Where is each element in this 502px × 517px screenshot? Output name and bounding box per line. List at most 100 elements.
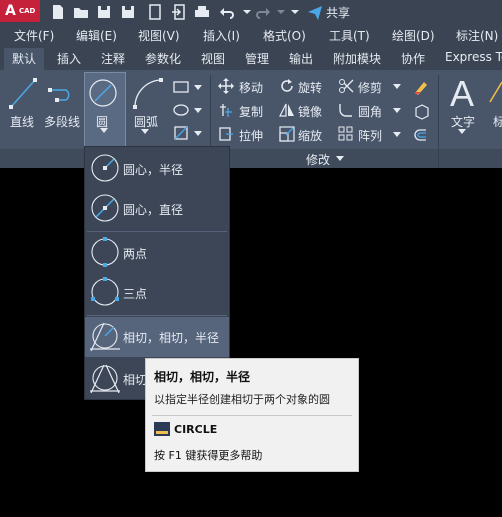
offset-icon[interactable] [412, 126, 430, 144]
circle-dropdown-icon[interactable] [100, 128, 108, 134]
circle-three-point-icon [91, 277, 119, 306]
circle-three-point-label: 三点 [123, 287, 148, 301]
region-dropdown-icon[interactable] [194, 131, 202, 137]
rectangle-icon[interactable] [172, 78, 190, 96]
circle-center-diameter-label: 圆心，直径 [123, 203, 184, 217]
array-icon [338, 126, 353, 141]
menu-separator [87, 315, 227, 316]
circle-three-point-item[interactable]: 三点 [85, 273, 229, 313]
print-icon[interactable] [193, 3, 211, 21]
share-icon[interactable] [306, 3, 324, 21]
tab-insert[interactable]: 插入 [57, 50, 81, 67]
modify-panel-expand-icon[interactable] [336, 156, 344, 162]
circle-tan-tan-tan-icon [90, 364, 120, 394]
new-file-icon[interactable] [49, 3, 67, 21]
app-logo[interactable]: A CAD [0, 0, 40, 22]
undo-icon[interactable] [218, 3, 236, 21]
array-label[interactable]: 阵列 [358, 127, 382, 144]
save-icon[interactable] [95, 3, 113, 21]
circle-center-radius-item[interactable]: 圆心，半径 [85, 149, 229, 189]
fillet-dropdown-icon[interactable] [393, 108, 401, 114]
text-large-icon[interactable]: A [450, 73, 474, 115]
trim-label[interactable]: 修剪 [358, 79, 382, 96]
scale-icon [279, 126, 295, 142]
quick-access-toolbar: A CAD 共享 [0, 0, 502, 24]
hatch-dropdown-icon[interactable] [194, 108, 202, 114]
dimension-icon[interactable] [488, 78, 502, 108]
tooltip-title: 相切，相切，半径 [154, 370, 251, 384]
mirror-icon [279, 103, 294, 117]
modify-panel-title[interactable]: 修改 [306, 151, 330, 168]
move-label[interactable]: 移动 [239, 79, 263, 96]
menu-bar: 文件(F) 编辑(E) 视图(V) 插入(I) 格式(O) 工具(T) 绘图(D… [0, 24, 502, 46]
line-label[interactable]: 直线 [10, 113, 34, 130]
menu-file[interactable]: 文件(F) [14, 27, 54, 44]
tab-parametric[interactable]: 参数化 [145, 50, 181, 67]
menu-tools[interactable]: 工具(T) [329, 27, 370, 44]
tab-view[interactable]: 视图 [201, 50, 225, 67]
circle-two-point-icon [91, 237, 119, 267]
circle-two-point-item[interactable]: 两点 [85, 233, 229, 273]
document-icon[interactable] [146, 3, 164, 21]
scale-label[interactable]: 缩放 [298, 127, 322, 144]
tooltip-separator [152, 415, 352, 416]
command-line-icon [154, 422, 170, 436]
tab-manage[interactable]: 管理 [245, 50, 269, 67]
stretch-icon [219, 127, 233, 141]
line-icon[interactable] [8, 76, 38, 110]
panel-separator [438, 75, 439, 167]
hatch-icon[interactable] [172, 101, 190, 119]
customize-dropdown-icon[interactable] [286, 3, 304, 21]
rotate-icon [281, 79, 293, 92]
tooltip-description: 以指定半径创建相切于两个对象的圆 [154, 393, 330, 406]
mirror-label[interactable]: 镜像 [298, 103, 322, 120]
circle-two-point-label: 两点 [123, 247, 148, 261]
polyline-label[interactable]: 多段线 [44, 113, 80, 130]
menu-separator [87, 231, 227, 232]
tab-addins[interactable]: 附加模块 [333, 50, 381, 67]
region-icon[interactable] [172, 124, 190, 142]
menu-insert[interactable]: 插入(I) [203, 27, 240, 44]
tab-default[interactable]: 默认 [12, 50, 36, 67]
polyline-icon[interactable] [47, 80, 79, 104]
text-label[interactable]: 文字 [451, 113, 475, 130]
tab-output[interactable]: 输出 [289, 50, 313, 67]
menu-dimension[interactable]: 标注(N) [456, 27, 498, 44]
menu-view[interactable]: 视图(V) [138, 27, 180, 44]
circle-center-diameter-icon [91, 194, 119, 222]
erase-icon[interactable] [412, 78, 430, 96]
circle-tan-tan-radius-icon [90, 322, 120, 352]
open-folder-icon[interactable] [72, 3, 90, 21]
tooltip-help-text: 按 F1 键获得更多帮助 [154, 449, 263, 462]
circle-center-radius-label: 圆心，半径 [123, 163, 184, 177]
save-as-icon[interactable] [119, 3, 137, 21]
menu-edit[interactable]: 编辑(E) [76, 27, 117, 44]
dimension-label[interactable]: 标 [493, 113, 502, 130]
circle-tan-tan-radius-item[interactable]: 相切，相切，半径 [85, 317, 229, 357]
tab-collaborate[interactable]: 协作 [401, 50, 425, 67]
fillet-icon [339, 104, 352, 117]
menu-draw[interactable]: 绘图(D) [392, 27, 435, 44]
circle-center-diameter-item[interactable]: 圆心，直径 [85, 189, 229, 229]
share-label[interactable]: 共享 [326, 4, 350, 21]
copy-icon [220, 104, 232, 117]
rectangle-dropdown-icon[interactable] [194, 85, 202, 91]
ribbon-tabs: 默认 插入 注释 参数化 视图 管理 输出 附加模块 协作 Express To… [0, 46, 502, 70]
array-dropdown-icon[interactable] [393, 132, 401, 138]
fillet-label[interactable]: 圆角 [358, 103, 382, 120]
menu-format[interactable]: 格式(O) [263, 27, 306, 44]
copy-label[interactable]: 复制 [239, 103, 263, 120]
arc-dropdown-icon[interactable] [141, 129, 149, 135]
redo-icon[interactable] [254, 3, 272, 21]
arc-label[interactable]: 圆弧 [134, 113, 158, 130]
explode-icon[interactable] [412, 102, 430, 120]
trim-dropdown-icon[interactable] [393, 84, 401, 90]
text-dropdown-icon[interactable] [458, 129, 466, 135]
import-icon[interactable] [170, 3, 188, 21]
rotate-label[interactable]: 旋转 [298, 79, 322, 96]
stretch-label[interactable]: 拉伸 [239, 127, 263, 144]
logo-suffix: CAD [19, 7, 36, 15]
arc-icon[interactable] [131, 76, 165, 110]
tab-annotate[interactable]: 注释 [101, 50, 125, 67]
tab-express-tools[interactable]: Express Tools [445, 50, 502, 64]
